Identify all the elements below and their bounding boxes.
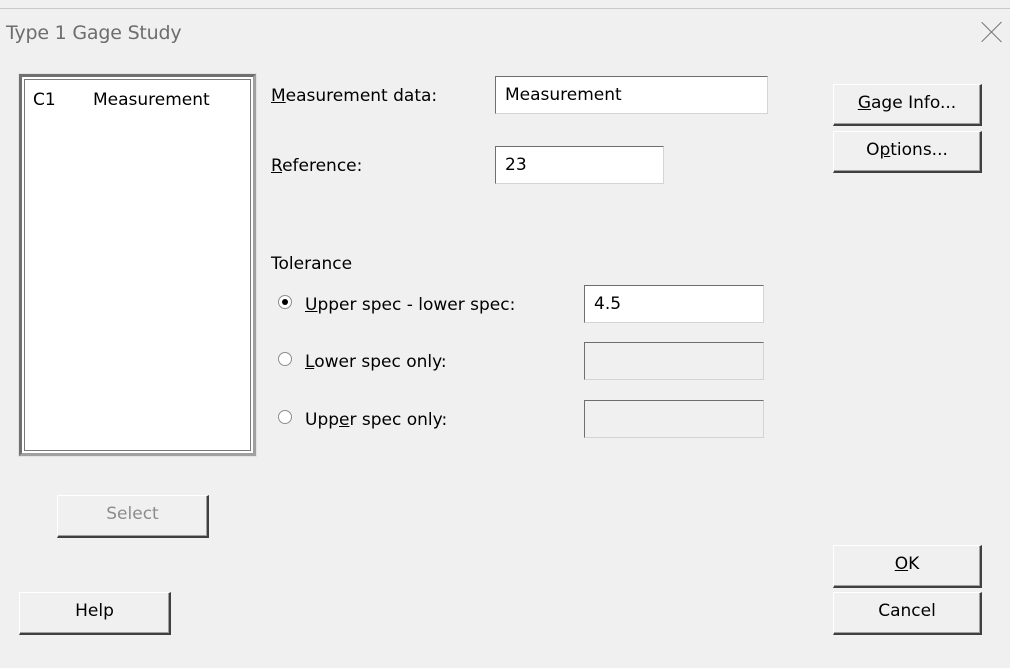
reference-label: Reference: [271,156,362,176]
help-button[interactable]: Help [19,592,171,635]
upper-lower-spec-label[interactable]: Upper spec - lower spec: [305,295,515,315]
gage-info-button[interactable]: Gage Info... [833,84,982,126]
button-label: tions... [890,140,948,160]
label-rest: ower spec only: [314,352,447,372]
upper-spec-only-label[interactable]: Upper spec only: [305,410,447,430]
column-list-inner: C1 Measurement [24,79,251,451]
mnemonic-l: L [305,352,315,372]
mnemonic-e: e [339,410,350,430]
button-label: K [908,554,920,574]
button-label-pre: O [866,140,880,160]
column-id: C1 [33,90,56,110]
lower-spec-only-radio[interactable] [278,352,292,366]
mnemonic-r: R [271,156,283,176]
select-button[interactable]: Select [57,495,209,538]
mnemonic-g: G [857,93,871,113]
cancel-button[interactable]: Cancel [833,592,982,635]
mnemonic-p: p [879,140,891,160]
upper-spec-only-radio[interactable] [278,410,292,424]
measurement-data-input[interactable]: Measurement [495,76,768,114]
measurement-data-label: Measurement data: [271,86,437,106]
column-list[interactable]: C1 Measurement [18,73,257,457]
label-rest: eference: [282,156,363,176]
options-button[interactable]: Options... [833,131,982,173]
column-name: Measurement [93,90,210,110]
ok-button[interactable]: OK [833,545,982,588]
mnemonic-u: U [305,295,318,315]
label-rest: pper spec - lower spec: [317,295,516,315]
tolerance-heading: Tolerance [271,254,353,274]
mnemonic-m: M [271,86,286,106]
label-pre: Upp [305,410,340,430]
upper-spec-only-input[interactable] [584,400,764,438]
list-item[interactable]: C1 Measurement [33,90,210,110]
window-top-border [0,8,1010,9]
button-label: age Info... [871,93,957,113]
lower-spec-only-label[interactable]: Lower spec only: [305,352,447,372]
mnemonic-o: O [894,554,909,574]
upper-lower-spec-radio[interactable] [278,295,292,309]
close-icon[interactable] [980,20,1004,44]
label-rest: r spec only: [349,410,448,430]
window-title: Type 1 Gage Study [6,22,182,44]
upper-lower-spec-input[interactable]: 4.5 [584,285,764,323]
reference-input[interactable]: 23 [495,146,664,184]
label-rest: easurement data: [285,86,438,106]
lower-spec-only-input[interactable] [584,342,764,380]
